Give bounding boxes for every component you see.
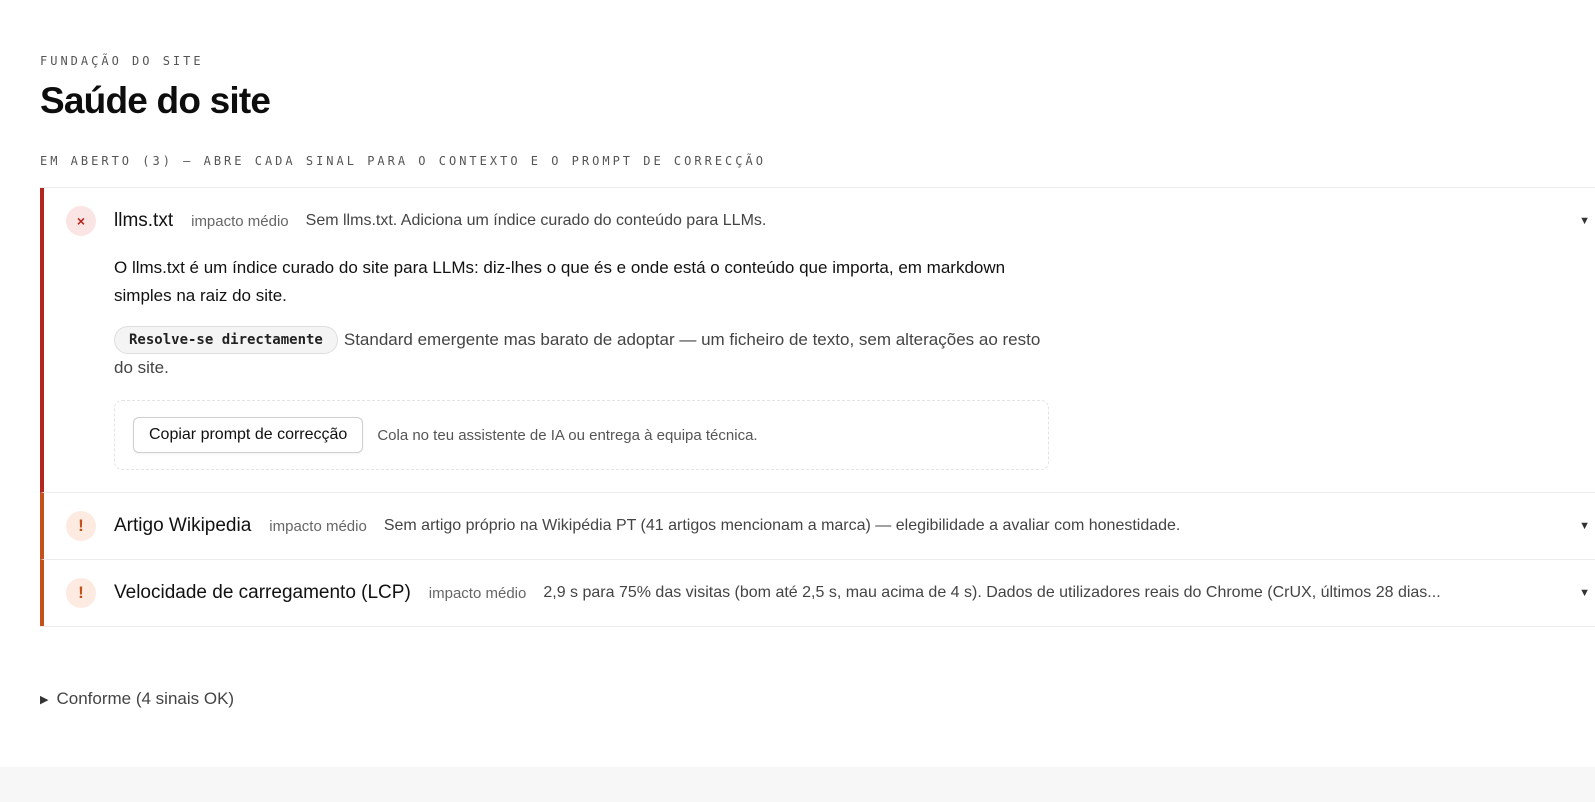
resolve-info: Resolve-se directamente Standard emergent… <box>114 326 1052 382</box>
open-issues-label: EM ABERTO (3) — ABRE CADA SINAL PARA O C… <box>40 154 766 168</box>
issue-summary: Sem llms.txt. Adiciona um índice curado … <box>305 212 767 229</box>
issue-summary: Sem artigo próprio na Wikipédia PT (41 a… <box>383 517 1181 534</box>
exclamation-icon: ! <box>66 578 96 608</box>
impact-label: impacto médio <box>269 517 367 535</box>
issue-title: llms.txt <box>114 210 174 231</box>
issue-title: Artigo Wikipedia <box>114 515 252 536</box>
impact-label: impacto médio <box>191 212 289 230</box>
conforme-label: Conforme (4 sinais OK) <box>56 689 235 708</box>
issue-wikipedia: ! Artigo Wikipedia impacto médio Sem art… <box>40 493 1595 560</box>
issue-summary: 2,9 s para 75% das visitas (bom até 2,5 … <box>543 584 1441 601</box>
copy-prompt-button[interactable]: Copiar prompt de correcção <box>133 417 364 453</box>
issue-description: O llms.txt é um índice curado do site pa… <box>114 258 1006 305</box>
section-eyebrow: FUNDAÇÃO DO SITE <box>40 54 204 68</box>
fix-prompt-box: Copiar prompt de correcção Cola no teu a… <box>114 400 1049 470</box>
conforme-toggle[interactable]: ▶ Conforme (4 sinais OK) <box>40 689 234 709</box>
issue-header-lcp[interactable]: ! Velocidade de carregamento (LCP) impac… <box>44 560 1595 626</box>
issue-details-llms-txt: O llms.txt é um índice curado do site pa… <box>44 254 1052 492</box>
issue-header-llms-txt[interactable]: × llms.txt impacto médio Sem llms.txt. A… <box>44 188 1595 254</box>
impact-label: impacto médio <box>428 584 527 602</box>
exclamation-icon: ! <box>66 511 96 541</box>
chevron-down-icon[interactable]: ▼ <box>1579 520 1590 532</box>
issue-title: Velocidade de carregamento (LCP) <box>114 582 411 603</box>
x-icon: × <box>66 206 96 236</box>
copy-prompt-hint: Cola no teu assistente de IA ou entrega … <box>377 426 758 444</box>
resolve-chip: Resolve-se directamente <box>114 326 338 354</box>
open-issues-list: × llms.txt impacto médio Sem llms.txt. A… <box>40 187 1595 627</box>
issue-lcp: ! Velocidade de carregamento (LCP) impac… <box>40 560 1595 626</box>
issue-llms-txt: × llms.txt impacto médio Sem llms.txt. A… <box>40 188 1595 493</box>
footer-band <box>0 767 1595 802</box>
page-title: Saúde do site <box>40 80 271 121</box>
issue-header-wikipedia[interactable]: ! Artigo Wikipedia impacto médio Sem art… <box>44 493 1595 559</box>
chevron-down-icon[interactable]: ▼ <box>1579 587 1590 599</box>
chevron-down-icon[interactable]: ▼ <box>1579 215 1590 227</box>
chevron-right-icon: ▶ <box>40 693 49 706</box>
